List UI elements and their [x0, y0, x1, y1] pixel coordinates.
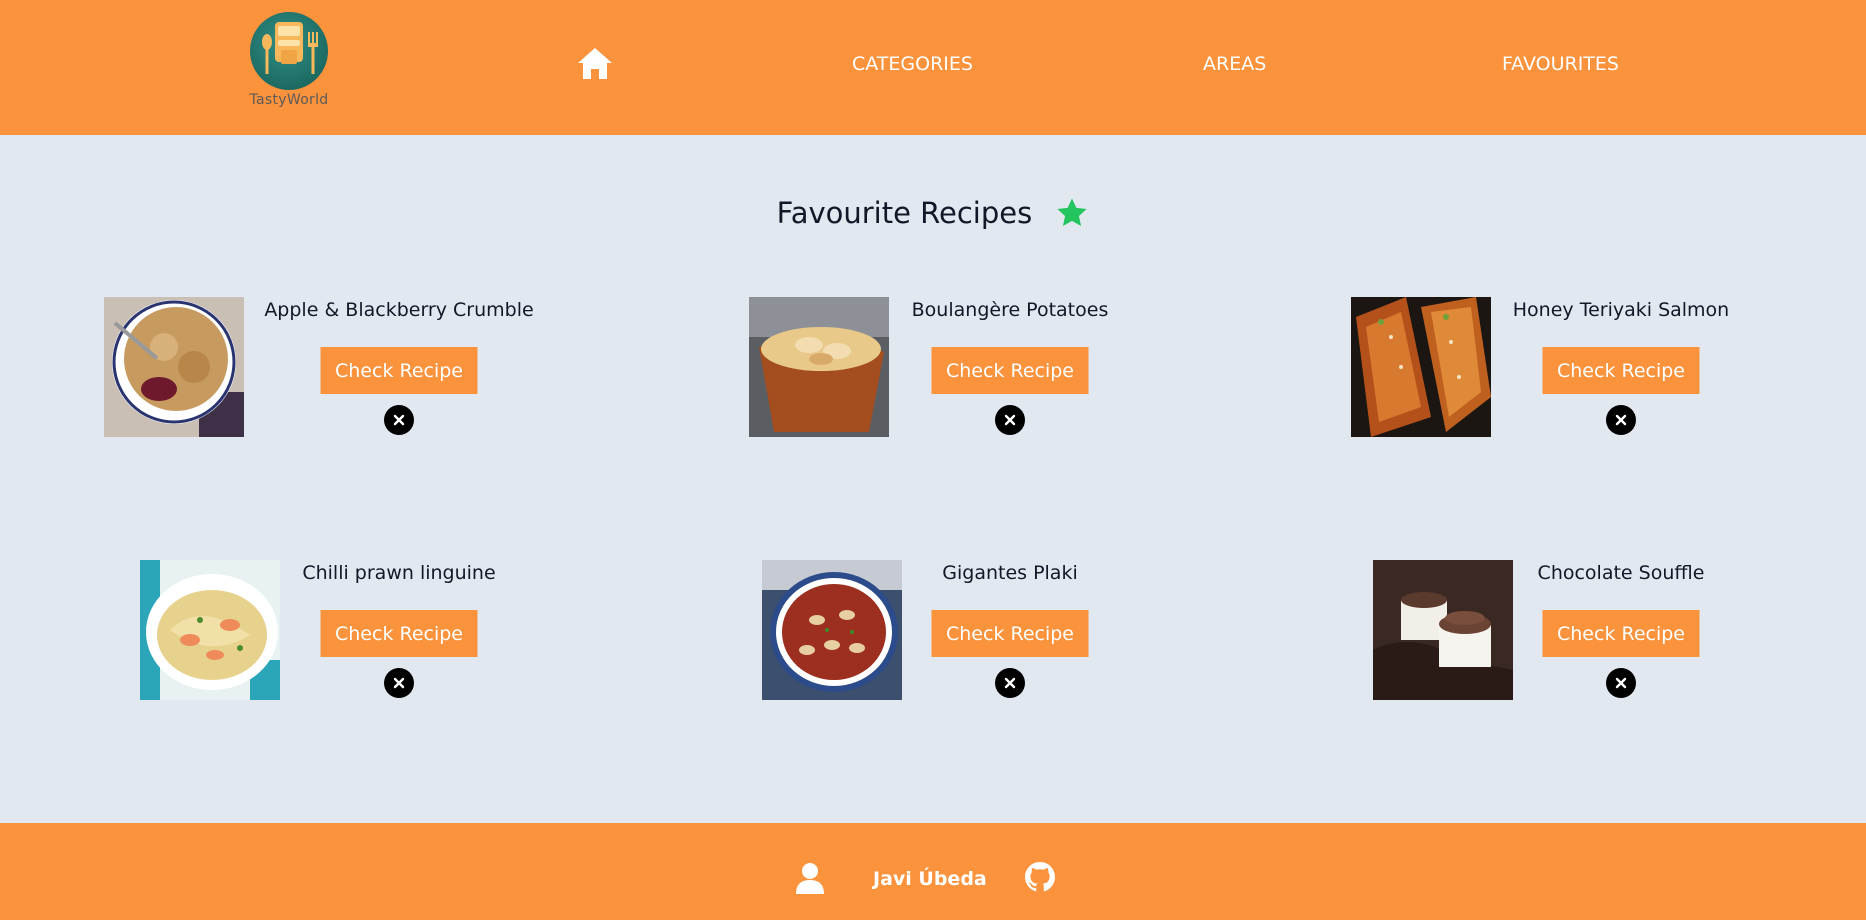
recipe-image: [749, 297, 889, 437]
recipe-name: Chilli prawn linguine: [302, 562, 496, 584]
remove-favourite-button[interactable]: [1606, 405, 1636, 435]
nav-categories-link[interactable]: CATEGORIES: [852, 53, 973, 75]
recipe-image: [762, 560, 902, 700]
recipe-image: [140, 560, 280, 700]
user-icon: [796, 863, 824, 894]
nav-home-link[interactable]: [575, 44, 615, 84]
footer-author-name: Javi Úbeda: [873, 868, 987, 890]
tastyworld-logo[interactable]: TastyWorld: [246, 12, 332, 114]
github-link[interactable]: [1025, 862, 1055, 892]
page-title-row: Favourite Recipes: [0, 196, 1866, 230]
page-title: Favourite Recipes: [776, 196, 1033, 230]
recipe-name: Boulangère Potatoes: [911, 299, 1109, 321]
star-icon: [1057, 198, 1087, 227]
logo-text: TastyWorld: [249, 92, 329, 108]
check-recipe-button[interactable]: Check Recipe: [931, 610, 1089, 657]
top-navbar: TastyWorld CATEGORIES AREAS FAVOURITES: [0, 0, 1866, 135]
close-icon: [1615, 677, 1627, 689]
recipe-image: [1373, 560, 1513, 700]
remove-favourite-button[interactable]: [384, 405, 414, 435]
recipe-name: Chocolate Souffle: [1537, 562, 1705, 584]
remove-favourite-button[interactable]: [995, 668, 1025, 698]
nav-favourites-link[interactable]: FAVOURITES: [1502, 53, 1619, 75]
close-icon: [1004, 414, 1016, 426]
recipe-name: Honey Teriyaki Salmon: [1512, 299, 1730, 321]
check-recipe-button[interactable]: Check Recipe: [931, 347, 1089, 394]
logo-emblem: [250, 12, 328, 90]
recipe-name: Apple & Blackberry Crumble: [264, 299, 534, 321]
nav-areas-link[interactable]: AREAS: [1203, 53, 1266, 75]
home-icon: [578, 48, 612, 79]
check-recipe-button[interactable]: Check Recipe: [1542, 610, 1700, 657]
remove-favourite-button[interactable]: [995, 405, 1025, 435]
check-recipe-button[interactable]: Check Recipe: [1542, 347, 1700, 394]
recipe-image: [104, 297, 244, 437]
close-icon: [1004, 677, 1016, 689]
close-icon: [393, 677, 405, 689]
recipe-name: Gigantes Plaki: [942, 562, 1078, 584]
check-recipe-button[interactable]: Check Recipe: [320, 610, 478, 657]
check-recipe-button[interactable]: Check Recipe: [320, 347, 478, 394]
remove-favourite-button[interactable]: [1606, 668, 1636, 698]
close-icon: [1615, 414, 1627, 426]
github-icon: [1025, 862, 1055, 892]
close-icon: [393, 414, 405, 426]
recipe-image: [1351, 297, 1491, 437]
remove-favourite-button[interactable]: [384, 668, 414, 698]
